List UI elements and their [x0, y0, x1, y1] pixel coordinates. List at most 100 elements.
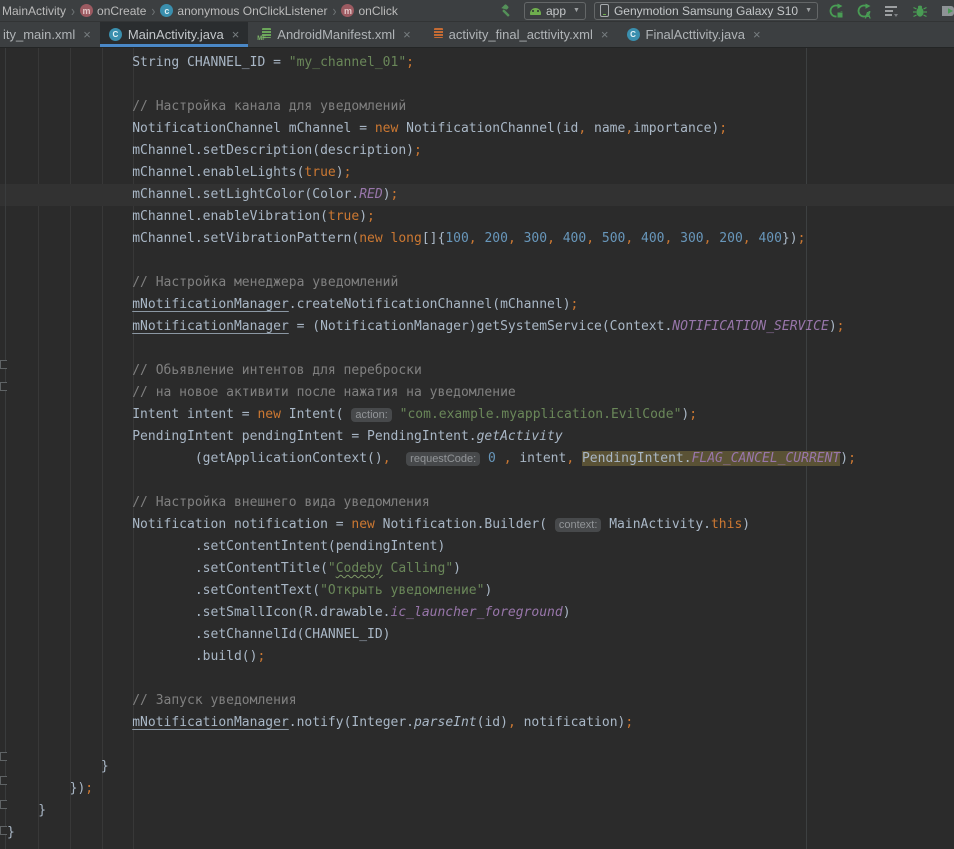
breadcrumb-item-oncreate[interactable]: monCreate — [80, 4, 146, 18]
code-line[interactable]: mNotificationManager = (NotificationMana… — [7, 316, 954, 338]
code-line[interactable]: .setSmallIcon(R.drawable.ic_launcher_for… — [7, 602, 954, 624]
code-token — [392, 407, 400, 422]
code-line[interactable] — [7, 74, 954, 96]
code-line[interactable]: mChannel.setDescription(description); — [7, 140, 954, 162]
code-line[interactable] — [7, 668, 954, 690]
tab-mainactivity-java[interactable]: CMainActivity.java× — [100, 22, 248, 47]
tab-close-icon[interactable]: × — [601, 27, 609, 42]
code-token: getActivity — [477, 429, 563, 444]
code-token: 300 — [524, 231, 547, 246]
code-token: notification) — [516, 715, 626, 730]
android-icon — [530, 8, 541, 15]
code-token — [391, 451, 407, 466]
debug-bug-icon[interactable] — [910, 2, 930, 20]
breadcrumb-item-anonymous-onclicklistener[interactable]: canonymous OnClickListener — [160, 4, 327, 18]
code-token: .build() — [7, 649, 257, 664]
apply-code-changes-icon[interactable]: A — [854, 2, 874, 20]
code-line[interactable]: mChannel.enableVibration(true); — [7, 206, 954, 228]
code-line[interactable]: } — [7, 822, 954, 844]
code-token — [594, 231, 602, 246]
code-line[interactable]: } — [7, 756, 954, 778]
code-token: mChannel.enableVibration( — [7, 209, 328, 224]
code-line[interactable] — [7, 338, 954, 360]
code-token: NotificationChannel(id — [398, 121, 578, 136]
code-token: .setChannelId(CHANNEL_ID) — [7, 627, 391, 642]
code-line[interactable]: // Настройка канала для уведомлений — [7, 96, 954, 118]
code-token: mChannel.setLightColor(Color. — [7, 187, 359, 202]
code-line[interactable]: Notification notification = new Notifica… — [7, 514, 954, 536]
code-line[interactable]: // Запуск уведомления — [7, 690, 954, 712]
code-line[interactable] — [7, 250, 954, 272]
code-line[interactable] — [7, 470, 954, 492]
apply-changes-restart-icon[interactable] — [826, 2, 846, 20]
code-line[interactable]: NotificationChannel mChannel = new Notif… — [7, 118, 954, 140]
code-token: 500 — [602, 231, 625, 246]
code-line[interactable]: .build(); — [7, 646, 954, 668]
code-area[interactable]: String CHANNEL_ID = "my_channel_01"; // … — [7, 52, 954, 844]
code-line[interactable]: Intent intent = new Intent( action: "com… — [7, 404, 954, 426]
code-line[interactable]: .setContentText("Открыть уведомление") — [7, 580, 954, 602]
tab-androidmanifest-xml[interactable]: MFAndroidManifest.xml× — [248, 22, 419, 47]
tab-activity-final-acttivity-xml[interactable]: activity_final_acttivity.xml × — [420, 22, 618, 47]
code-token: mChannel.enableLights( — [7, 165, 304, 180]
attach-profiler-icon[interactable] — [938, 2, 954, 20]
tab-finalacttivity-java[interactable]: C FinalActtivity.java × — [618, 22, 770, 47]
fold-marker-icon[interactable] — [0, 826, 7, 835]
tab-close-icon[interactable]: × — [83, 27, 91, 42]
code-token — [555, 231, 563, 246]
tab-close-icon[interactable]: × — [753, 27, 761, 42]
code-line[interactable]: mChannel.enableLights(true); — [7, 162, 954, 184]
code-line[interactable]: // на новое активити после нажатия на ув… — [7, 382, 954, 404]
code-lines-icon[interactable] — [882, 2, 902, 20]
breadcrumb-label: MainActivity — [2, 4, 66, 18]
fold-marker-icon[interactable] — [0, 776, 7, 785]
code-line[interactable]: .setChannelId(CHANNEL_ID) — [7, 624, 954, 646]
fold-marker-icon[interactable] — [0, 800, 7, 809]
tab-close-icon[interactable]: × — [403, 27, 411, 42]
code-editor[interactable]: String CHANNEL_ID = "my_channel_01"; // … — [0, 48, 954, 849]
fold-marker-icon[interactable] — [0, 382, 7, 391]
code-token: , — [578, 121, 586, 136]
build-hammer-icon[interactable] — [496, 2, 516, 20]
code-token: ) — [336, 165, 344, 180]
code-token: ) — [563, 605, 571, 620]
breadcrumb-item-onclick[interactable]: monClick — [341, 4, 397, 18]
code-line[interactable]: mNotificationManager.notify(Integer.pars… — [7, 712, 954, 734]
chevron-down-icon: ▼ — [573, 7, 580, 14]
code-line[interactable]: mNotificationManager.createNotificationC… — [7, 294, 954, 316]
code-line[interactable]: // Настройка менеджера уведомлений — [7, 272, 954, 294]
code-line[interactable]: }); — [7, 778, 954, 800]
code-token: , — [625, 121, 633, 136]
tab-close-icon[interactable]: × — [232, 27, 240, 42]
code-line[interactable]: String CHANNEL_ID = "my_channel_01"; — [7, 52, 954, 74]
tab-ity-main-xml[interactable]: ity_main.xml× — [0, 22, 100, 47]
code-line[interactable]: mChannel.setVibrationPattern(new long[]{… — [7, 228, 954, 250]
code-line[interactable]: mChannel.setLightColor(Color.RED); — [0, 184, 954, 206]
code-token — [480, 451, 488, 466]
code-line[interactable]: .setContentIntent(pendingIntent) — [7, 536, 954, 558]
device-select[interactable]: Genymotion Samsung Galaxy S10 ▼ — [594, 2, 818, 20]
run-configuration-select[interactable]: app ▼ — [524, 2, 586, 20]
code-token: .setContentText( — [7, 583, 320, 598]
code-line[interactable]: PendingIntent pendingIntent = PendingInt… — [7, 426, 954, 448]
code-line[interactable]: .setContentTitle("Codeby Calling") — [7, 558, 954, 580]
fold-marker-icon[interactable] — [0, 360, 7, 369]
code-token: 400 — [563, 231, 586, 246]
run-configuration-label: app — [546, 4, 566, 18]
code-line[interactable]: // Настройка внешнего вида уведомления — [7, 492, 954, 514]
breadcrumb-item-mainactivity[interactable]: MainActivity — [2, 4, 66, 18]
method-icon: m — [341, 4, 354, 17]
code-token: parseInt — [414, 715, 477, 730]
tab-label: activity_final_acttivity.xml — [449, 27, 593, 42]
fold-marker-icon[interactable] — [0, 752, 7, 761]
code-token: ) — [359, 209, 367, 224]
tab-label: FinalActtivity.java — [646, 27, 745, 42]
code-line[interactable]: (getApplicationContext(), requestCode: 0… — [7, 448, 954, 470]
code-line[interactable]: } — [7, 800, 954, 822]
code-token: } — [7, 759, 109, 774]
code-line[interactable] — [7, 734, 954, 756]
code-line[interactable]: // Обьявление интентов для переброски — [7, 360, 954, 382]
code-token: // Настройка менеджера уведомлений — [7, 275, 398, 290]
java-class-icon: C — [627, 28, 640, 41]
code-token: new — [375, 121, 398, 136]
